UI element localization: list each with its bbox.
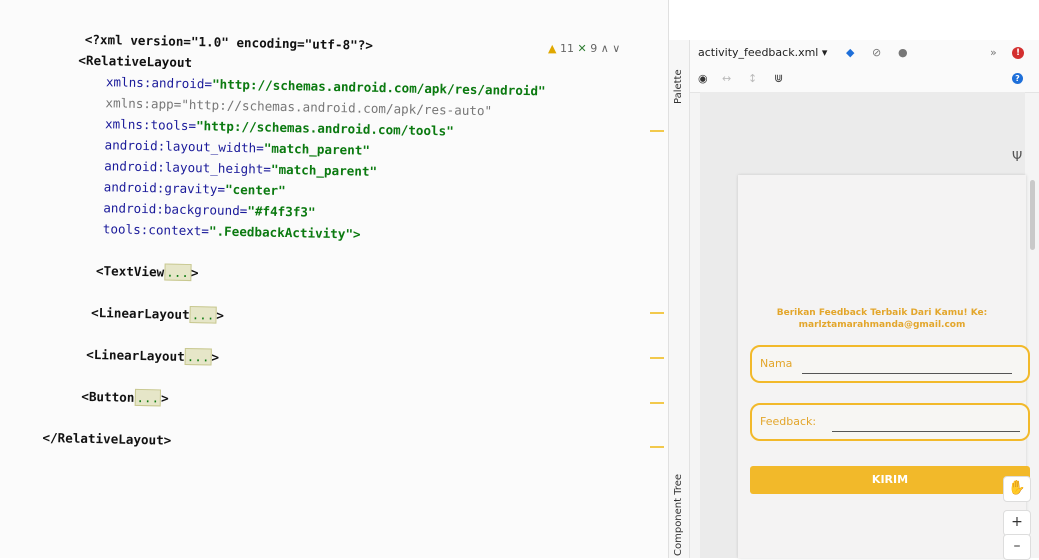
overflow-button[interactable]: » [990, 46, 997, 59]
fold-marker: ... [184, 347, 212, 366]
layers-icon[interactable]: ◆ [846, 46, 854, 59]
eye-icon[interactable]: ◉ [698, 72, 708, 85]
change-marker [650, 446, 664, 448]
change-marker [650, 357, 664, 359]
zoom-out-button[interactable]: – [1003, 534, 1031, 560]
pan-hand-icon[interactable]: ✋ [1003, 476, 1031, 502]
feedback-title: Berikan Feedback Terbaik Dari Kamu! Ke: … [776, 308, 988, 330]
weak-warning-icon: ✕ [577, 42, 587, 55]
feedback-underline [832, 431, 1020, 432]
canvas-scrollbar[interactable] [1030, 180, 1035, 250]
feedback-label: Feedback: [760, 415, 817, 428]
name-underline [802, 373, 1012, 374]
warning-count: 11 [559, 42, 574, 55]
attributes-icon[interactable]: Ψ [1012, 150, 1022, 165]
design-toolbar-secondary: ◉ ↔ ↕ ⋓ ? [690, 66, 1039, 93]
change-marker [650, 130, 664, 132]
file-selector[interactable]: activity_feedback.xml ▾ [698, 46, 827, 59]
change-marker [650, 312, 664, 314]
side-tool-strip: Palette Component Tree [669, 40, 690, 558]
kirim-button[interactable]: KIRIM [750, 466, 1030, 494]
code-line-end: </RelativeLayout> [42, 429, 172, 448]
prev-problem-icon[interactable]: ∧ [601, 42, 609, 55]
palette-tab[interactable]: Palette [673, 69, 684, 104]
zoom-in-button[interactable]: + [1003, 510, 1031, 536]
name-field[interactable]: Nama [750, 345, 1030, 383]
code-editor[interactable]: ▲ 11 ✕ 9 ∧ ∨ <?xml version="1.0" encodin… [0, 0, 668, 558]
inspection-widget[interactable]: ▲ 11 ✕ 9 ∧ ∨ [548, 42, 620, 55]
fold-marker: ... [134, 388, 162, 407]
magnet-icon[interactable]: ⋓ [774, 72, 783, 85]
fold-marker: ... [189, 306, 217, 324]
info-icon[interactable]: ? [1012, 73, 1023, 84]
change-marker [650, 402, 664, 404]
error-icon[interactable]: ! [1012, 47, 1024, 59]
fold-marker: ... [164, 263, 192, 282]
feedback-field[interactable]: Feedback: [750, 403, 1030, 441]
orientation-icon[interactable]: ⊘ [872, 46, 881, 59]
name-placeholder: Nama [760, 357, 793, 370]
design-toolbar: activity_feedback.xml ▾ ◆ ⊘ ● » ! [690, 40, 1039, 66]
night-mode-icon[interactable]: ● [898, 46, 908, 59]
component-tree-tab[interactable]: Component Tree [673, 474, 684, 556]
weak-warning-count: 9 [590, 42, 598, 55]
device-preview: Berikan Feedback Terbaik Dari Kamu! Ke: … [738, 175, 1030, 558]
horizontal-constraint-icon[interactable]: ↔ [722, 72, 731, 85]
next-problem-icon[interactable]: ∨ [612, 42, 620, 55]
vertical-constraint-icon[interactable]: ↕ [748, 72, 757, 85]
warning-icon: ▲ [548, 42, 557, 55]
